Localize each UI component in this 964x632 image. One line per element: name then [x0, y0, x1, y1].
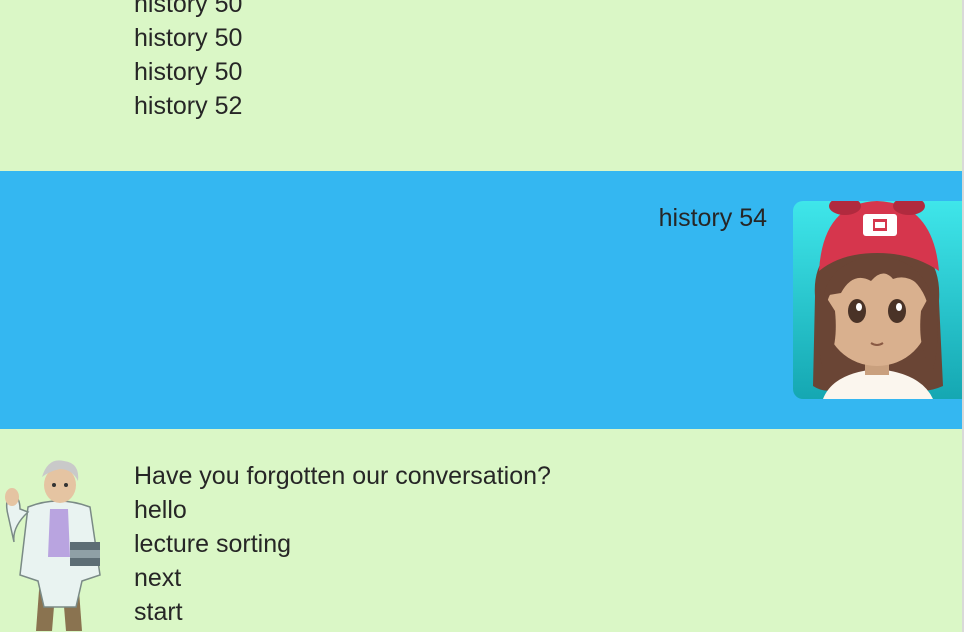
bot-message: history 50 history 50 history 50 history… — [0, 0, 962, 171]
message-text: history 54 — [659, 201, 767, 235]
message-text: Have you forgotten our conversation? hel… — [134, 459, 551, 629]
message-line: start — [134, 598, 183, 626]
message-line: lecture sorting — [134, 530, 292, 558]
message-line: Have you forgotten our conversation? — [134, 462, 551, 490]
message-line: history 54 — [658, 204, 767, 232]
bot-avatar-icon — [0, 457, 115, 632]
message-line: history 50 — [134, 58, 243, 86]
user-message: history 54 — [0, 171, 962, 429]
user-avatar-icon — [793, 201, 962, 399]
message-line: hello — [134, 496, 187, 524]
message-line: history 52 — [134, 92, 243, 120]
message-line: history 50 — [134, 24, 243, 52]
message-line: next — [134, 564, 182, 592]
professor-avatar-icon — [5, 460, 101, 631]
girl-trainer-avatar-icon — [793, 201, 962, 399]
message-text: history 50 history 50 history 50 history… — [134, 0, 242, 123]
message-line: history 50 — [134, 0, 243, 18]
chat-scroll-area[interactable]: history 50 history 50 history 50 history… — [0, 0, 962, 632]
bot-message: Have you forgotten our conversation? hel… — [0, 429, 962, 632]
